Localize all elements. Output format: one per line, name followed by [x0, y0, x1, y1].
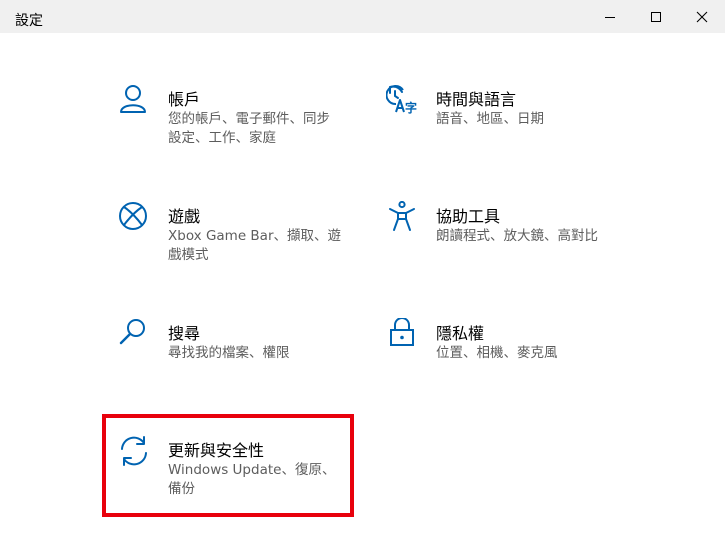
tile-search-desc: 尋找我的檔案、權限	[168, 345, 290, 361]
minimize-button[interactable]	[587, 0, 633, 33]
tile-gaming-name: 遊戲	[168, 207, 201, 226]
tile-search[interactable]: 搜尋 尋找我的檔案、權限	[118, 318, 358, 368]
accessibility-icon	[386, 201, 420, 235]
svg-text:字: 字	[405, 100, 417, 115]
minimize-icon	[605, 16, 615, 18]
tile-accounts-desc: 您的帳戶、電子郵件、同步設定、工作、家庭	[168, 111, 330, 146]
maximize-button[interactable]	[633, 0, 679, 33]
tile-time-language-name: 時間與語言	[436, 90, 517, 109]
maximize-icon	[651, 11, 661, 22]
lock-icon	[386, 318, 420, 352]
tile-ease-of-access[interactable]: 協助工具 朗讀程式、放大鏡、高對比	[386, 201, 626, 271]
tile-gaming[interactable]: 遊戲 Xbox Game Bar、擷取、遊戲模式	[118, 201, 358, 271]
window-title: 設定	[15, 13, 43, 29]
xbox-icon	[118, 201, 152, 235]
tile-ease-of-access-name: 協助工具	[436, 207, 501, 226]
person-icon	[118, 84, 152, 118]
tile-accounts[interactable]: 帳戶 您的帳戶、電子郵件、同步設定、工作、家庭	[118, 84, 358, 154]
tile-search-name: 搜尋	[168, 324, 201, 343]
tile-time-language[interactable]: 字 時間與語言 語音、地區、日期	[386, 84, 626, 134]
close-button[interactable]	[679, 0, 725, 33]
tile-time-language-desc: 語音、地區、日期	[436, 111, 544, 127]
tile-privacy-name: 隱私權	[436, 324, 485, 343]
tile-ease-of-access-desc: 朗讀程式、放大鏡、高對比	[436, 228, 598, 244]
tile-privacy[interactable]: 隱私權 位置、相機、麥克風	[386, 318, 626, 368]
tile-gaming-desc: Xbox Game Bar、擷取、遊戲模式	[168, 228, 342, 263]
tile-privacy-desc: 位置、相機、麥克風	[436, 345, 558, 361]
close-icon	[696, 11, 708, 22]
highlight-box	[102, 414, 354, 517]
time-language-icon: 字	[386, 84, 420, 118]
tile-accounts-name: 帳戶	[168, 90, 201, 109]
search-icon	[118, 318, 152, 352]
title-bar: 設定	[0, 0, 725, 33]
